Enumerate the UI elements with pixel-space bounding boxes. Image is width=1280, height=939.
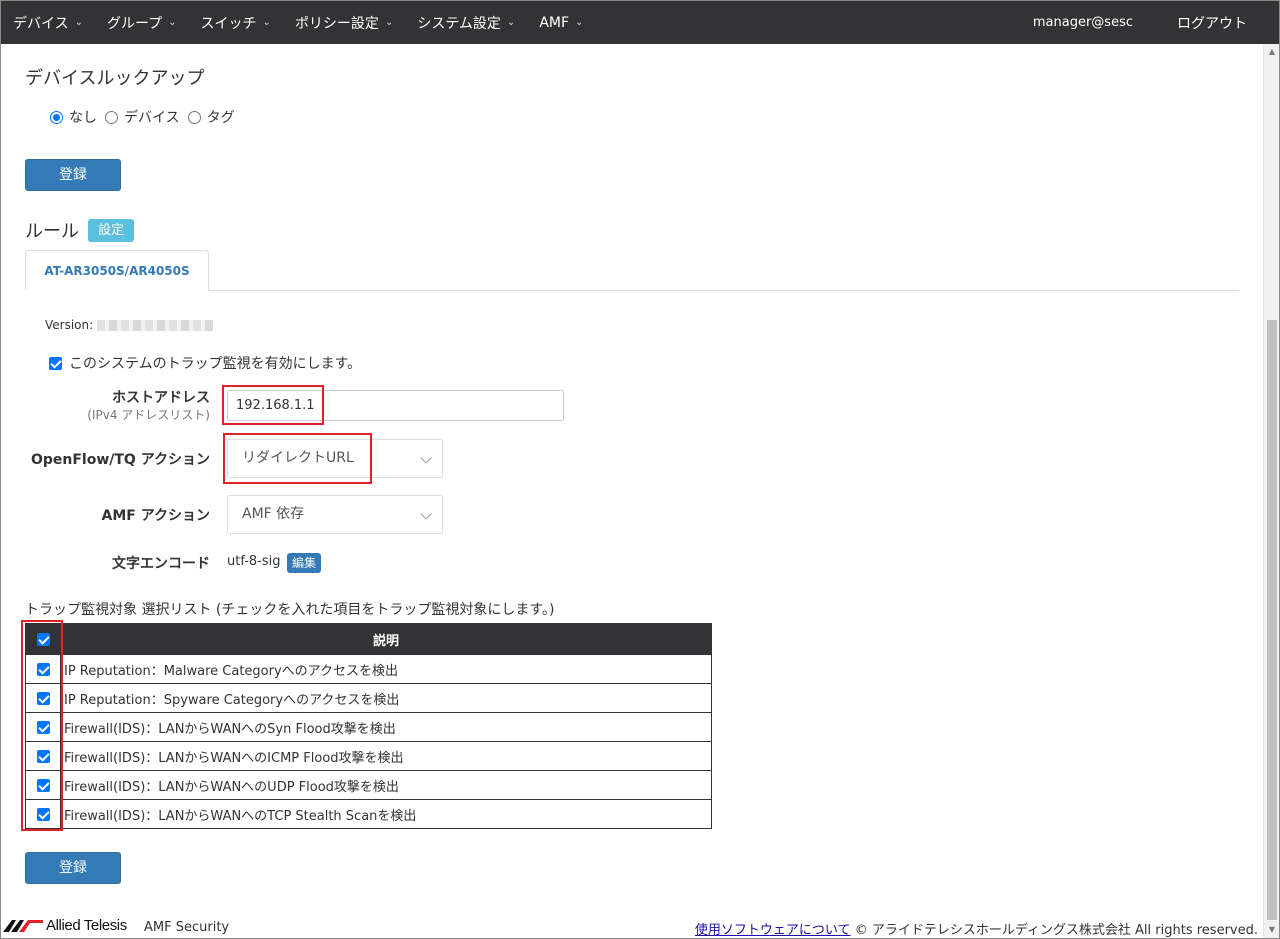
row-checkbox-cell xyxy=(25,741,61,771)
trap-register-button[interactable]: 登録 xyxy=(25,852,121,884)
software-info-link[interactable]: 使用ソフトウェアについて xyxy=(695,923,851,938)
encoding-label: 文字エンコード xyxy=(112,556,210,572)
vertical-scrollbar[interactable]: ▲ ▼ xyxy=(1263,44,1279,938)
chevron-down-icon: ⌄ xyxy=(575,17,584,28)
footer: Allied Telesis AMF Security 使用ソフトウェアについて… xyxy=(0,913,1262,939)
radio-none[interactable] xyxy=(50,110,63,124)
device-lookup-radio-group: なし デバイス タグ xyxy=(50,107,243,127)
host-address-label: ホストアドレス xyxy=(112,390,210,406)
rules-title: ルール xyxy=(25,221,79,242)
table-row: Firewall(IDS)：LANからWANへのICMP Flood攻撃を検出 xyxy=(25,741,712,771)
radio-tag-label[interactable]: タグ xyxy=(207,107,235,127)
nav-amf-label: AMF xyxy=(539,14,570,31)
host-address-input[interactable]: 192.168.1.1 xyxy=(227,390,564,421)
trap-list-table: 説明 IP Reputation：Malware Categoryへのアクセスを… xyxy=(25,623,712,829)
nav-switches[interactable]: スイッチ ⌄ xyxy=(189,1,283,44)
chevron-down-icon: ⌄ xyxy=(262,17,271,28)
scrollbar-thumb[interactable] xyxy=(1267,320,1277,920)
row-checkbox[interactable] xyxy=(36,662,50,676)
amf-action-select[interactable]: AMF 依存 xyxy=(227,495,443,534)
radio-device[interactable] xyxy=(105,110,118,124)
chevron-down-icon xyxy=(420,452,432,464)
version-label: Version: xyxy=(45,318,94,332)
openflow-action-value: リダイレクトURL xyxy=(242,450,354,466)
table-row: Firewall(IDS)：LANからWANへのUDP Flood攻撃を検出 xyxy=(25,770,712,800)
scroll-up-arrow-icon[interactable]: ▲ xyxy=(1264,44,1280,60)
nav-policy-label: ポリシー設定 xyxy=(294,15,379,32)
chevron-down-icon: ⌄ xyxy=(384,17,394,28)
top-navbar: デバイス ⌄ グループ ⌄ スイッチ ⌄ ポリシー設定 ⌄ システム設定 ⌄ AMF ⌄ m… xyxy=(1,1,1279,44)
lookup-register-button[interactable]: 登録 xyxy=(25,159,121,191)
scroll-down-arrow-icon[interactable]: ▼ xyxy=(1264,922,1280,938)
enable-trap-monitoring-checkbox[interactable] xyxy=(49,356,62,370)
nav-amf[interactable]: AMF ⌄ xyxy=(527,1,595,44)
table-row: IP Reputation：Malware Categoryへのアクセスを検出 xyxy=(25,654,712,684)
chevron-down-icon: ⌄ xyxy=(168,17,177,28)
version-line: Version: xyxy=(45,318,214,332)
table-header-row: 説明 xyxy=(25,623,712,655)
nav-policy-settings[interactable]: ポリシー設定 ⌄ xyxy=(283,1,405,44)
select-all-cell xyxy=(25,623,61,655)
encoding-value: utf-8-sig xyxy=(227,554,281,569)
nav-system-label: システム設定 xyxy=(417,15,501,32)
tab-ar3050s-ar4050s[interactable]: AT-AR3050S/AR4050S xyxy=(25,250,209,291)
row-description: IP Reputation：Spyware Categoryへのアクセスを検出 xyxy=(60,683,712,713)
row-checkbox-cell xyxy=(25,683,61,713)
row-description: Firewall(IDS)：LANからWANへのICMP Flood攻撃を検出 xyxy=(60,741,712,771)
allied-telesis-logo: Allied Telesis xyxy=(3,917,127,934)
row-description: IP Reputation：Malware Categoryへのアクセスを検出 xyxy=(60,654,712,684)
copyright-text: © アライドテレシスホールディングス株式会社 All rights reserv… xyxy=(854,923,1258,938)
chevron-down-icon xyxy=(420,508,432,520)
nav-switches-label: スイッチ xyxy=(200,15,257,32)
host-address-sublabel: (IPv4 アドレスリスト) xyxy=(87,408,210,422)
chevron-down-icon: ⌄ xyxy=(506,17,516,28)
select-all-checkbox[interactable] xyxy=(36,632,50,646)
table-row: IP Reputation：Spyware Categoryへのアクセスを検出 xyxy=(25,683,712,713)
openflow-action-select[interactable]: リダイレクトURL xyxy=(227,439,443,478)
enable-trap-monitoring-label[interactable]: このシステムのトラップ監視を有効にします。 xyxy=(69,353,361,373)
row-checkbox[interactable] xyxy=(36,807,50,821)
chevron-down-icon: ⌄ xyxy=(74,17,83,28)
row-description: Firewall(IDS)：LANからWANへのUDP Flood攻撃を検出 xyxy=(60,770,712,800)
row-checkbox[interactable] xyxy=(36,720,50,734)
current-user: manager@sesc xyxy=(1032,15,1133,30)
row-checkbox-cell xyxy=(25,654,61,684)
row-description: Firewall(IDS)：LANからWANへのTCP Stealth Scan… xyxy=(60,799,712,829)
radio-none-label[interactable]: なし xyxy=(69,107,97,127)
footer-right: 使用ソフトウェアについて © アライドテレシスホールディングス株式会社 All … xyxy=(695,919,1258,938)
table-row: Firewall(IDS)：LANからWANへのTCP Stealth Scan… xyxy=(25,799,712,829)
openflow-action-label: OpenFlow/TQ アクション xyxy=(30,452,210,468)
row-checkbox[interactable] xyxy=(36,749,50,763)
product-name: AMF Security xyxy=(144,920,230,935)
nav-groups-label: グループ xyxy=(106,15,163,32)
nav-devices-label: デバイス xyxy=(13,15,69,32)
radio-tag[interactable] xyxy=(187,110,201,124)
version-value-redacted xyxy=(97,319,214,331)
rules-settings-button[interactable]: 設定 xyxy=(88,219,134,242)
encoding-edit-button[interactable]: 編集 xyxy=(287,553,321,573)
amf-action-value: AMF 依存 xyxy=(242,506,305,522)
nav-system-settings[interactable]: システム設定 ⌄ xyxy=(405,1,527,44)
enable-trap-monitoring-row: このシステムのトラップ監視を有効にします。 xyxy=(49,353,361,373)
allied-telesis-mark-icon xyxy=(3,919,43,932)
brand-name: Allied Telesis xyxy=(46,917,127,934)
row-checkbox[interactable] xyxy=(36,691,50,705)
nav-groups[interactable]: グループ ⌄ xyxy=(95,1,189,44)
row-checkbox-cell xyxy=(25,799,61,829)
radio-device-label[interactable]: デバイス xyxy=(124,107,180,127)
description-column-header: 説明 xyxy=(60,623,712,655)
row-checkbox-cell xyxy=(25,712,61,742)
logout-link[interactable]: ログアウト xyxy=(1177,13,1247,33)
table-row: Firewall(IDS)：LANからWANへのSyn Flood攻撃を検出 xyxy=(25,712,712,742)
nav-devices[interactable]: デバイス ⌄ xyxy=(1,1,95,44)
device-lookup-title: デバイスルックアップ xyxy=(25,68,205,89)
row-description: Firewall(IDS)：LANからWANへのSyn Flood攻撃を検出 xyxy=(60,712,712,742)
row-checkbox-cell xyxy=(25,770,61,800)
amf-action-label: AMF アクション xyxy=(101,508,210,524)
trap-list-title: トラップ監視対象 選択リスト (チェックを入れた項目をトラップ監視対象にします。… xyxy=(25,602,555,618)
row-checkbox[interactable] xyxy=(36,778,50,792)
